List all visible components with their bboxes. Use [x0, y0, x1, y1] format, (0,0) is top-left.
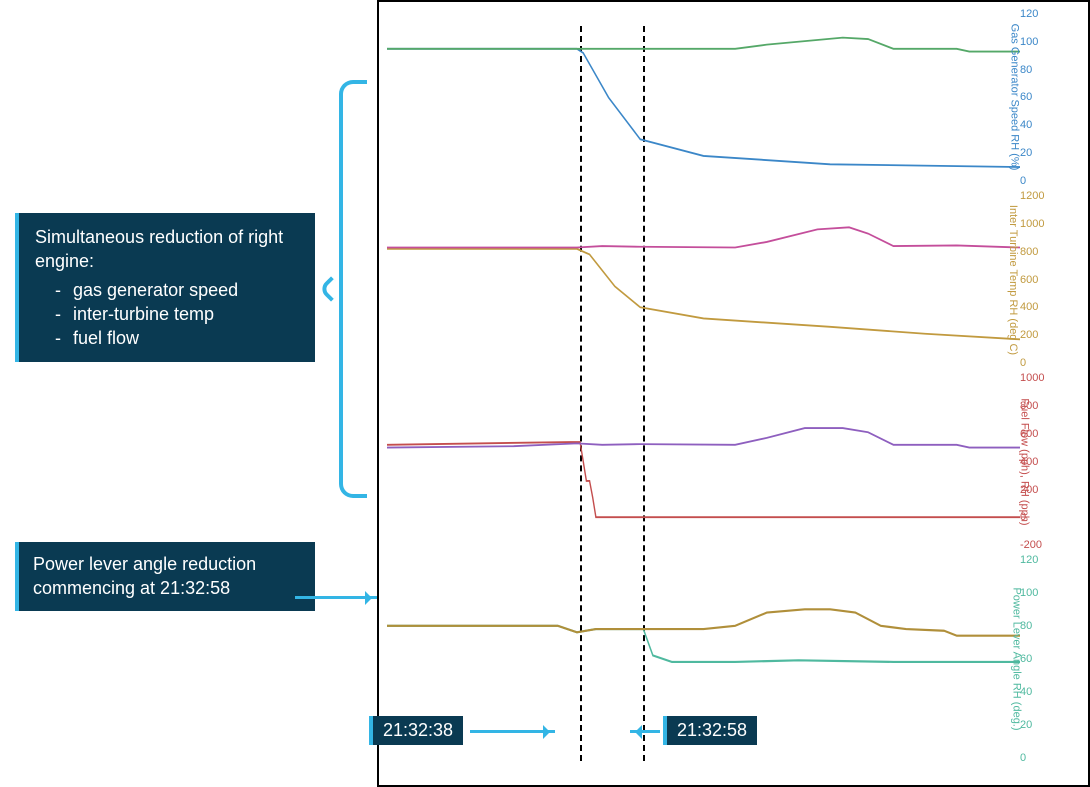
series-line	[387, 626, 1020, 662]
y-tick-label: 40	[1020, 119, 1032, 131]
y-tick-label: 60	[1020, 91, 1032, 103]
y-tick-label: 1000	[1020, 372, 1044, 384]
panel-gas-generator: 020406080100120 Gas Generator Speed RH (…	[387, 14, 1020, 181]
chart-svg	[387, 196, 1020, 363]
arrow-icon	[630, 730, 660, 733]
y-axis-label: Inter Turbine Temp RH (deg C)	[1007, 205, 1019, 355]
y-tick-label: 0	[1020, 357, 1026, 369]
callout-item: fuel flow	[55, 326, 299, 350]
y-tick-label: 600	[1020, 274, 1038, 286]
series-line	[387, 227, 1020, 247]
y-tick-label: -200	[1020, 539, 1042, 551]
arrow-icon	[295, 596, 377, 599]
y-tick-label: 400	[1020, 301, 1038, 313]
callout-item: inter-turbine temp	[55, 302, 299, 326]
y-axis: 020406080100120	[1020, 14, 1075, 181]
series-line	[387, 610, 1020, 636]
callout-pla: Power lever angle reduction commencing a…	[15, 542, 315, 611]
series-line	[387, 49, 1020, 167]
series-line	[387, 38, 1020, 52]
callout-title: Simultaneous reduction of right engine:	[35, 225, 299, 274]
y-tick-label: 0	[1020, 752, 1026, 764]
panel-fuel-flow: -20002004006008001000 Fuel Flow (pph), R…	[387, 378, 1020, 545]
y-tick-label: 80	[1020, 64, 1032, 76]
time-label-2: 21:32:58	[663, 716, 757, 745]
y-tick-label: 100	[1020, 587, 1038, 599]
callout-item: gas generator speed	[55, 278, 299, 302]
y-axis-label: Fuel Flow (pph), RH (pph)	[1018, 398, 1030, 525]
series-line	[387, 428, 1020, 447]
panel-inter-turbine: 020040060080010001200 Inter Turbine Temp…	[387, 196, 1020, 363]
series-line	[387, 249, 1020, 339]
y-tick-label: 800	[1020, 246, 1038, 258]
chart-svg	[387, 14, 1020, 181]
arrow-icon	[470, 730, 555, 733]
time-text: 21:32:58	[677, 720, 747, 740]
series-line	[387, 442, 1020, 517]
y-tick-label: 120	[1020, 554, 1038, 566]
time-text: 21:32:38	[383, 720, 453, 740]
callout-text: Power lever angle reduction commencing a…	[33, 552, 301, 601]
y-axis-label: Gas Generator Speed RH (%)	[1009, 24, 1021, 171]
y-tick-label: 20	[1020, 147, 1032, 159]
y-tick-label: 120	[1020, 8, 1038, 20]
y-axis: 020040060080010001200	[1020, 196, 1075, 363]
y-tick-label: 1000	[1020, 218, 1044, 230]
chart-frame: 020406080100120 Gas Generator Speed RH (…	[377, 0, 1090, 787]
y-tick-label: 100	[1020, 36, 1038, 48]
y-axis: 020406080100120	[1020, 560, 1075, 757]
y-axis-label: Power Lever Angle RH (deg.)	[1010, 588, 1022, 731]
callout-list: gas generator speed inter-turbine temp f…	[35, 278, 299, 351]
callout-right-engine: Simultaneous reduction of right engine: …	[15, 213, 315, 362]
y-tick-label: 1200	[1020, 190, 1044, 202]
time-label-1: 21:32:38	[369, 716, 463, 745]
chart-svg	[387, 378, 1020, 545]
y-tick-label: 200	[1020, 329, 1038, 341]
plot-area: 020406080100120 Gas Generator Speed RH (…	[387, 14, 1020, 773]
y-tick-label: 0	[1020, 175, 1026, 187]
